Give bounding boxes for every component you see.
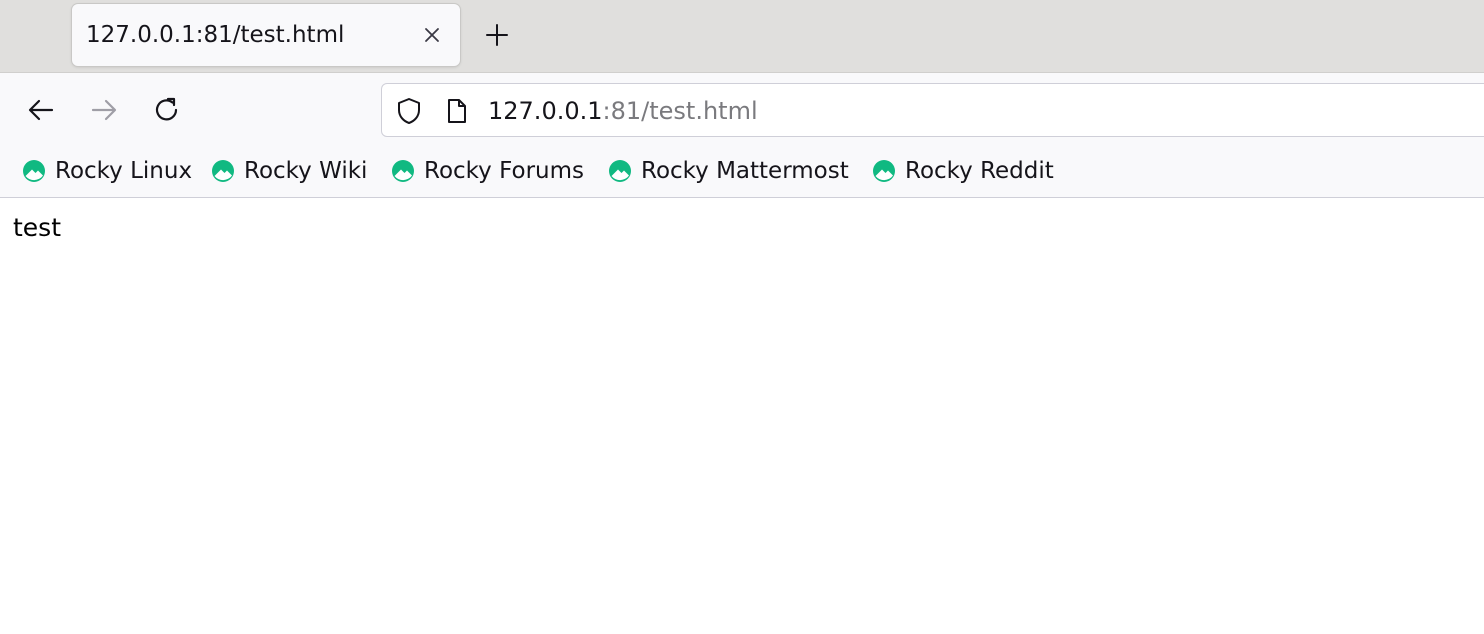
bookmark-label: Rocky Wiki (244, 158, 368, 184)
bookmark-rocky-forums[interactable]: Rocky Forums (391, 156, 584, 186)
tab-active[interactable]: 127.0.0.1:81/test.html (72, 4, 460, 66)
bookmark-label: Rocky Mattermost (641, 158, 849, 184)
rocky-logo-icon (212, 160, 234, 182)
page-content: test (0, 199, 1484, 634)
rocky-logo-icon (873, 160, 895, 182)
rocky-logo-icon (23, 160, 45, 182)
tab-strip-padding (0, 0, 72, 72)
tab-strip: 127.0.0.1:81/test.html (0, 0, 1484, 72)
arrow-left-icon[interactable] (22, 91, 60, 129)
reload-icon[interactable] (148, 91, 186, 129)
nav-toolbar: 127.0.0.1:81/test.html (0, 72, 1484, 146)
rocky-logo-icon (392, 160, 414, 182)
tab-title: 127.0.0.1:81/test.html (86, 22, 345, 48)
bookmark-rocky-linux[interactable]: Rocky Linux (22, 156, 192, 186)
url-host: 127.0.0.1 (488, 97, 603, 125)
plus-icon[interactable] (480, 18, 514, 52)
bookmark-rocky-mattermost[interactable]: Rocky Mattermost (608, 156, 849, 186)
bookmark-label: Rocky Reddit (905, 158, 1054, 184)
bookmark-label: Rocky Linux (55, 158, 193, 184)
url-text[interactable]: 127.0.0.1:81/test.html (488, 97, 758, 125)
url-bar[interactable]: 127.0.0.1:81/test.html (381, 83, 1484, 137)
rocky-logo-icon (609, 160, 631, 182)
url-path: :81/test.html (602, 97, 758, 125)
close-icon[interactable] (418, 21, 446, 49)
bookmarks-bar: Rocky Linux Rocky Wiki Rocky Forums Rock… (0, 146, 1484, 198)
bookmark-rocky-reddit[interactable]: Rocky Reddit (872, 156, 1054, 186)
shield-icon[interactable] (396, 97, 422, 125)
page-icon[interactable] (444, 97, 470, 125)
bookmark-label: Rocky Forums (424, 158, 584, 184)
page-body-text: test (13, 213, 62, 242)
bookmark-rocky-wiki[interactable]: Rocky Wiki (211, 156, 367, 186)
arrow-right-icon[interactable] (85, 91, 123, 129)
